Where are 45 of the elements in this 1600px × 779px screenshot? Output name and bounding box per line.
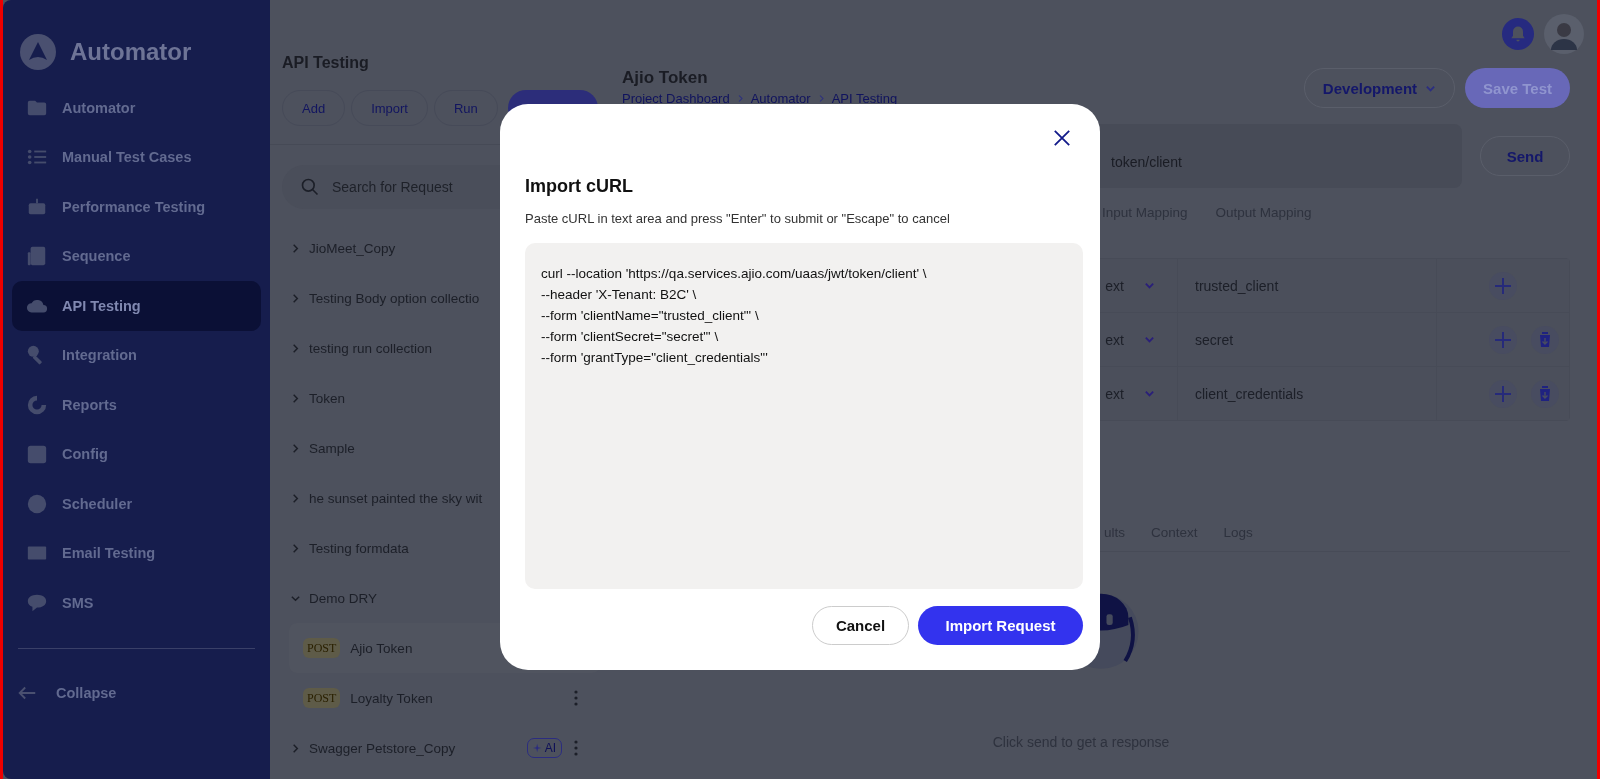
breadcrumb-link[interactable]: Project Dashboard	[622, 91, 730, 106]
chevron-right-icon[interactable]	[290, 742, 301, 754]
import-button[interactable]: Import Request	[918, 606, 1083, 645]
chevron-right-icon[interactable]	[290, 492, 301, 504]
ai-badge[interactable]: AI	[526, 738, 562, 758]
notification-button[interactable]	[1502, 18, 1534, 50]
close-icon[interactable]	[1053, 129, 1071, 147]
avatar[interactable]	[1544, 14, 1584, 54]
method-badge: POST	[303, 688, 341, 708]
chevron-right-icon[interactable]	[290, 442, 301, 454]
search-icon	[300, 177, 320, 197]
method-badge: POST	[303, 638, 341, 658]
nav-item[interactable]: API Testing	[12, 281, 261, 331]
nav-item[interactable]: SMS	[12, 578, 261, 628]
breadcrumb-link[interactable]: API Testing	[831, 91, 898, 106]
kebab-menu-icon[interactable]	[574, 740, 578, 756]
kebab-menu-icon[interactable]	[574, 690, 578, 706]
nav-item[interactable]: Reports	[12, 380, 261, 430]
document-icon	[26, 245, 48, 268]
chevron-down-icon	[1144, 280, 1155, 291]
curl-textarea[interactable]: curl --location 'https://qa.services.ajio.com/uaas/jwt/token/client' \ --header 'X-Tenant: B2C' \ --form 'clientName="trusted_client"' \ --form 'clientSecret="secret"' \ --form 'grantType="client_credentials"'	[525, 243, 1083, 589]
nav-item[interactable]: Integration	[12, 330, 261, 380]
nav-item[interactable]: Scheduler	[12, 479, 261, 529]
nav-item[interactable]: Email Testing	[12, 528, 261, 578]
chevron-right-icon[interactable]	[290, 242, 301, 254]
request-title: Ajio Token	[622, 68, 709, 88]
breadcrumb-link[interactable]: Automator	[750, 91, 811, 106]
collapse-button[interactable]: Collapse	[12, 668, 261, 718]
nav-item[interactable]: Performance Testing	[12, 182, 261, 232]
chevron-right-icon[interactable]	[290, 542, 301, 554]
chevron-right-icon[interactable]	[290, 342, 301, 354]
chevron-right-icon[interactable]	[290, 292, 301, 304]
ring-chart-icon	[26, 393, 48, 416]
brand-name: Automator	[70, 38, 192, 66]
dialog-hint: Paste cURL in text area and press "Enter" to submit or "Escape" to cancel	[525, 211, 951, 226]
chevron-down-icon	[1144, 388, 1155, 399]
cancel-button[interactable]: Cancel	[812, 606, 909, 645]
chevron-right-icon[interactable]	[290, 392, 301, 404]
nav-item[interactable]: Manual Test Cases	[12, 132, 261, 182]
nav-item[interactable]: Automator	[12, 83, 261, 133]
logo-icon	[20, 34, 56, 70]
nav-item[interactable]: Config	[12, 429, 261, 479]
chevron-down-icon	[1144, 334, 1155, 345]
panel-title: API Testing	[282, 53, 370, 73]
nav-item[interactable]: Sequence	[12, 231, 261, 281]
